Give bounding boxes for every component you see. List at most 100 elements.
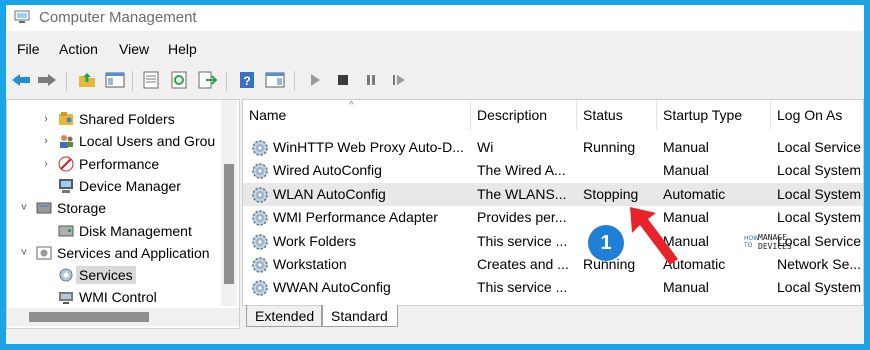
tab-standard[interactable]: Standard [322, 305, 398, 327]
service-gear-icon [252, 140, 268, 156]
start-service-icon[interactable] [304, 69, 326, 91]
console-tree: › Shared Folders › Local Users and Grou › Per… [6, 99, 240, 329]
cell-description: Provides per... [477, 209, 567, 226]
cell-description: This service ... [477, 232, 568, 249]
table-row[interactable]: WinHTTP Web Proxy Auto-D... Wi Running Manu… [243, 136, 863, 159]
view-tabs: Extended Standard [242, 305, 862, 329]
refresh-icon[interactable] [168, 69, 190, 91]
tree-item-local-users-and-grou[interactable]: › Local Users and Grou [39, 130, 215, 152]
cell-name: WWAN AutoConfig [273, 279, 391, 296]
tree-horizontal-scroll-thumb[interactable] [29, 312, 149, 322]
cell-name: WMI Performance Adapter [273, 209, 438, 226]
wmi-control-icon [59, 292, 73, 305]
tree-item-label: Services [76, 266, 136, 285]
table-row[interactable]: WWAN AutoConfig This service ... Manual Loc… [243, 276, 863, 299]
service-gear-icon [252, 233, 268, 250]
computer-management-window: Computer Management File Action View Hel… [6, 5, 864, 344]
services-apps-icon [36, 246, 52, 260]
service-gear-icon [252, 163, 268, 180]
computer-management-app-icon [14, 10, 30, 23]
how-to-manage-devices-logo: HOW TO MANAGE DEVICES [742, 231, 802, 259]
column-header-log-on-as-label: Log On As [777, 107, 843, 123]
tree-item-label: Disk Management [79, 222, 192, 239]
tree-item-label: Storage [57, 200, 107, 217]
table-row[interactable]: WLAN AutoConfig The WLANS... Stopping Autom… [243, 182, 863, 206]
column-header-description[interactable]: Description [471, 100, 577, 130]
cell-description: Creates and ... [477, 256, 569, 272]
menu-help[interactable]: Help [168, 41, 197, 57]
cell-name: Wired AutoConfig [273, 162, 382, 179]
forward-arrow-icon[interactable] [36, 69, 58, 91]
cell-startup: Manual [663, 279, 709, 296]
tree-item-storage[interactable]: ˅ Storage [17, 197, 106, 219]
up-folder-icon[interactable] [76, 69, 98, 91]
tree-item-services-and-application[interactable]: ˅ Services and Application [17, 242, 210, 264]
export-list-icon[interactable] [196, 69, 218, 91]
services-list: Name ^ Description Status Startup Type Lo… [242, 99, 864, 306]
stop-service-icon[interactable] [332, 69, 354, 91]
toolbar: ? [6, 65, 864, 95]
cell-logon: Local System [777, 279, 862, 296]
tree-vertical-scroll-thumb[interactable] [224, 164, 234, 284]
tree-item-disk-management[interactable]: Disk Management [39, 220, 192, 242]
chevron-down-icon[interactable]: ˅ [17, 202, 31, 214]
service-gear-icon [252, 210, 268, 226]
cell-startup: Manual [663, 139, 709, 155]
column-header-name[interactable]: Name ^ [243, 100, 471, 130]
tree-item-label: Shared Folders [79, 111, 175, 127]
storage-icon [36, 202, 52, 214]
column-header-log-on-as[interactable]: Log On As [771, 100, 863, 130]
cell-logon: Local System [777, 185, 862, 202]
tree-item-label: Local Users and Grou [79, 133, 216, 150]
tree-item-label: Performance [79, 155, 160, 172]
annotation-number-badge: 1 [588, 225, 624, 261]
column-header-name-label: Name [249, 107, 287, 123]
tree-item-label: WMI Control [79, 289, 157, 306]
watermark-line1: HOW [744, 235, 759, 242]
chevron-right-icon[interactable]: › [39, 113, 53, 125]
tree-item-services[interactable]: Services [39, 264, 136, 286]
tree-item-performance[interactable]: › Performance [39, 153, 159, 175]
tree-vertical-scrollbar[interactable] [221, 100, 237, 306]
pause-service-icon[interactable] [360, 69, 382, 91]
tab-extended[interactable]: Extended [246, 305, 322, 327]
annotation-arrow-icon [630, 207, 678, 265]
tree-horizontal-scrollbar[interactable] [7, 308, 239, 326]
cell-name: WinHTTP Web Proxy Auto-D... [273, 139, 464, 155]
service-gear-icon [252, 280, 268, 297]
cell-description: Wi [477, 139, 494, 155]
tree-item-shared-folders[interactable]: › Shared Folders [39, 108, 175, 130]
chevron-down-icon[interactable]: ˅ [17, 247, 31, 259]
watermark-line2: TO [743, 242, 753, 249]
column-header-status[interactable]: Status [577, 100, 657, 130]
help-icon[interactable]: ? [236, 69, 258, 91]
menu-view[interactable]: View [119, 41, 149, 57]
restart-service-icon[interactable] [388, 69, 410, 91]
menu-action[interactable]: Action [59, 41, 98, 57]
properties-icon[interactable] [140, 69, 162, 91]
sort-ascending-icon: ^ [349, 100, 354, 111]
menu-bar: File Action View Help [6, 37, 864, 61]
show-hide-tree-icon[interactable] [104, 69, 126, 91]
column-header-status-label: Status [583, 107, 623, 123]
column-header-startup-type[interactable]: Startup Type [657, 100, 771, 130]
table-row[interactable]: WMI Performance Adapter Provides per... Ma… [243, 206, 863, 229]
tree-item-wmi-control[interactable]: WMI Control [39, 286, 157, 308]
service-gear-icon [252, 257, 268, 273]
tree-item-device-manager[interactable]: Device Manager [39, 175, 181, 197]
window-title: Computer Management [39, 9, 197, 26]
tree-item-label: Services and Application [57, 244, 210, 261]
device-manager-icon [59, 178, 73, 193]
watermark-line4: DEVICES [758, 242, 792, 251]
title-bar: Computer Management [6, 5, 864, 31]
chevron-right-icon[interactable]: › [39, 158, 53, 170]
back-arrow-icon[interactable] [10, 69, 32, 91]
chevron-right-icon[interactable]: › [39, 135, 53, 147]
cell-startup: Automatic [663, 185, 726, 202]
table-row[interactable]: Wired AutoConfig The Wired A... Manual Loca… [243, 159, 863, 182]
tree-item-label: Device Manager [79, 177, 181, 194]
show-hide-action-pane-icon[interactable] [264, 69, 286, 91]
column-header-description-label: Description [477, 107, 548, 123]
shared-folders-icon [59, 112, 73, 125]
menu-file[interactable]: File [17, 41, 40, 57]
